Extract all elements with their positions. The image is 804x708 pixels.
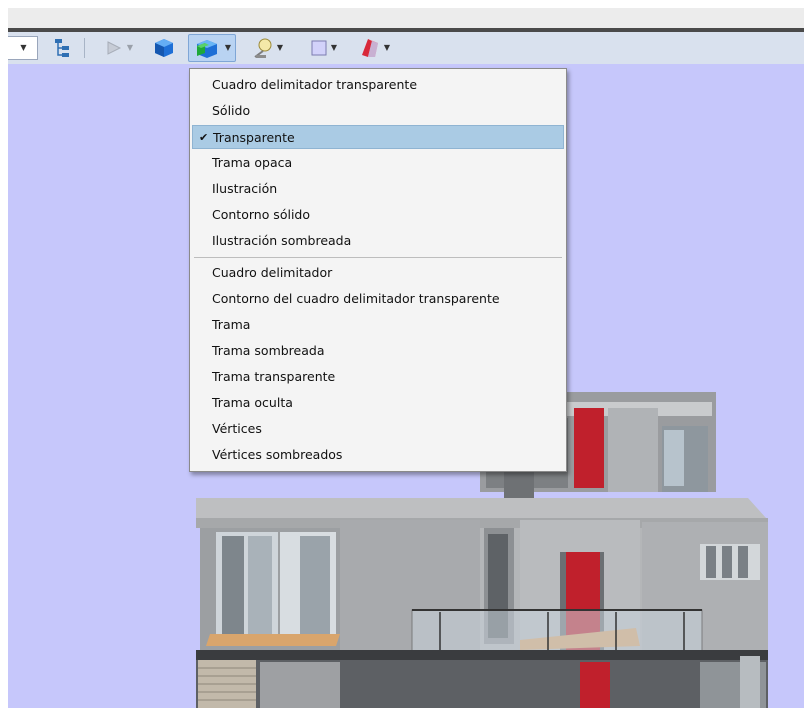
render-style-menu: Cuadro delimitador transparente Sólido ✔… <box>189 68 567 472</box>
menu-item-trama-transparente[interactable]: Trama transparente <box>192 365 564 389</box>
menu-item-cuadro-delimitador[interactable]: Cuadro delimitador <box>192 261 564 285</box>
menu-item-transparente[interactable]: ✔ Transparente <box>192 125 564 149</box>
menu-separator <box>194 257 562 258</box>
menu-item-ilustracion-sombreada[interactable]: Ilustración sombreada <box>192 229 564 253</box>
menu-item-trama-sombreada[interactable]: Trama sombreada <box>192 339 564 363</box>
menu-item-cuadro-delimitador-transparente[interactable]: Cuadro delimitador transparente <box>192 73 564 97</box>
app-window: ▼ ▼ ▼ ▼ ▼ ▼ Cuadro delimitador transpare… <box>0 0 804 708</box>
menu-item-solido[interactable]: Sólido <box>192 99 564 123</box>
menu-item-trama[interactable]: Trama <box>192 313 564 337</box>
menu-item-contorno-cuadro-delimitador-transparente[interactable]: Contorno del cuadro delimitador transpar… <box>192 287 564 311</box>
menu-item-ilustracion[interactable]: Ilustración <box>192 177 564 201</box>
menu-item-trama-oculta[interactable]: Trama oculta <box>192 391 564 415</box>
menu-item-contorno-solido[interactable]: Contorno sólido <box>192 203 564 227</box>
menu-item-vertices[interactable]: Vértices <box>192 417 564 441</box>
menu-item-vertices-sombreados[interactable]: Vértices sombreados <box>192 443 564 467</box>
menu-item-trama-opaca[interactable]: Trama opaca <box>192 151 564 175</box>
checkmark-icon: ✔ <box>199 131 209 144</box>
